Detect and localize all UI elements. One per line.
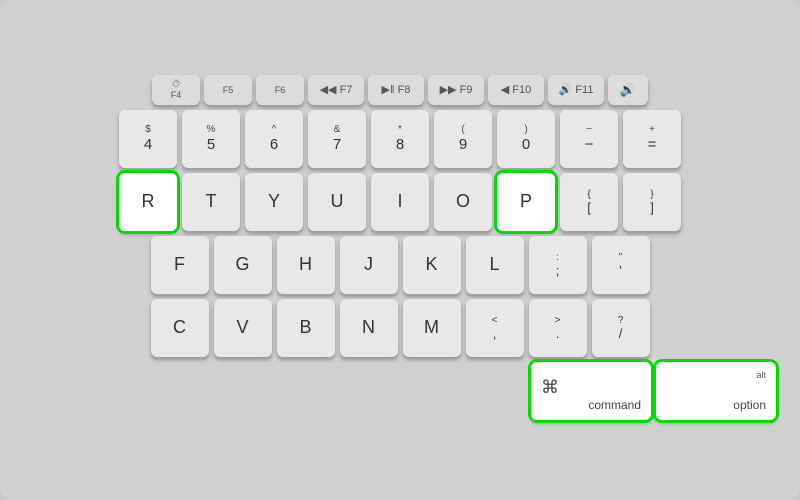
- key-y[interactable]: Y: [245, 173, 303, 231]
- key-u-label: U: [331, 191, 344, 212]
- fn-row: ⏱ F4 F5 F6 ◀◀ F7 ▶‖ F8 ▶▶ F9 ◀ F10 🔊 F11…: [12, 75, 788, 105]
- zxcv-row: C V B N M < , > . ? /: [12, 299, 788, 357]
- key-minus[interactable]: − −: [560, 110, 618, 168]
- key-i[interactable]: I: [371, 173, 429, 231]
- key-u[interactable]: U: [308, 173, 366, 231]
- key-t[interactable]: T: [182, 173, 240, 231]
- number-row: $ 4 % 5 ^ 6 & 7 * 8: [12, 110, 788, 168]
- key-6[interactable]: ^ 6: [245, 110, 303, 168]
- key-h[interactable]: H: [277, 236, 335, 294]
- key-f11[interactable]: 🔊 F11: [548, 75, 604, 105]
- key-f12[interactable]: 🔊: [608, 75, 648, 105]
- key-n[interactable]: N: [340, 299, 398, 357]
- key-t-label: T: [206, 191, 217, 212]
- key-f4[interactable]: ⏱ F4: [152, 75, 200, 105]
- key-p[interactable]: P: [497, 173, 555, 231]
- option-label: option: [733, 398, 766, 412]
- keyboard: ⏱ F4 F5 F6 ◀◀ F7 ▶‖ F8 ▶▶ F9 ◀ F10 🔊 F11…: [0, 0, 800, 500]
- key-period[interactable]: > .: [529, 299, 587, 357]
- option-alt-label: alt: [756, 370, 766, 380]
- key-8[interactable]: * 8: [371, 110, 429, 168]
- key-o[interactable]: O: [434, 173, 492, 231]
- asdf-row: F G H J K L : ; " ': [12, 236, 788, 294]
- key-l[interactable]: L: [466, 236, 524, 294]
- key-b[interactable]: B: [277, 299, 335, 357]
- key-open-bracket[interactable]: { [: [560, 173, 618, 231]
- key-j[interactable]: J: [340, 236, 398, 294]
- key-slash[interactable]: ? /: [592, 299, 650, 357]
- key-semicolon[interactable]: : ;: [529, 236, 587, 294]
- key-f9[interactable]: ▶▶ F9: [428, 75, 484, 105]
- key-g[interactable]: G: [214, 236, 272, 294]
- key-command[interactable]: ⌘ command: [531, 362, 651, 420]
- key-o-label: O: [456, 191, 470, 212]
- key-f5[interactable]: F5: [204, 75, 252, 105]
- key-comma[interactable]: < ,: [466, 299, 524, 357]
- key-i-label: I: [397, 191, 402, 212]
- key-m[interactable]: M: [403, 299, 461, 357]
- key-f10[interactable]: ◀ F10: [488, 75, 544, 105]
- key-quote[interactable]: " ': [592, 236, 650, 294]
- bottom-row: ⌘ command alt option: [12, 362, 788, 420]
- key-f6[interactable]: F6: [256, 75, 304, 105]
- key-k[interactable]: K: [403, 236, 461, 294]
- key-7[interactable]: & 7: [308, 110, 366, 168]
- key-c[interactable]: C: [151, 299, 209, 357]
- key-0[interactable]: ) 0: [497, 110, 555, 168]
- qwerty-row: R T Y U I O P { [ } ]: [12, 173, 788, 231]
- key-p-label: P: [520, 191, 532, 212]
- key-f7[interactable]: ◀◀ F7: [308, 75, 364, 105]
- key-r-label: R: [142, 191, 155, 212]
- key-f8[interactable]: ▶‖ F8: [368, 75, 424, 105]
- key-9[interactable]: ( 9: [434, 110, 492, 168]
- command-label: command: [588, 398, 641, 412]
- key-equals[interactable]: + =: [623, 110, 681, 168]
- key-option[interactable]: alt option: [656, 362, 776, 420]
- key-r[interactable]: R: [119, 173, 177, 231]
- key-4[interactable]: $ 4: [119, 110, 177, 168]
- key-close-bracket[interactable]: } ]: [623, 173, 681, 231]
- key-y-label: Y: [268, 191, 280, 212]
- key-5[interactable]: % 5: [182, 110, 240, 168]
- key-f[interactable]: F: [151, 236, 209, 294]
- key-v[interactable]: V: [214, 299, 272, 357]
- command-symbol: ⌘: [541, 377, 559, 398]
